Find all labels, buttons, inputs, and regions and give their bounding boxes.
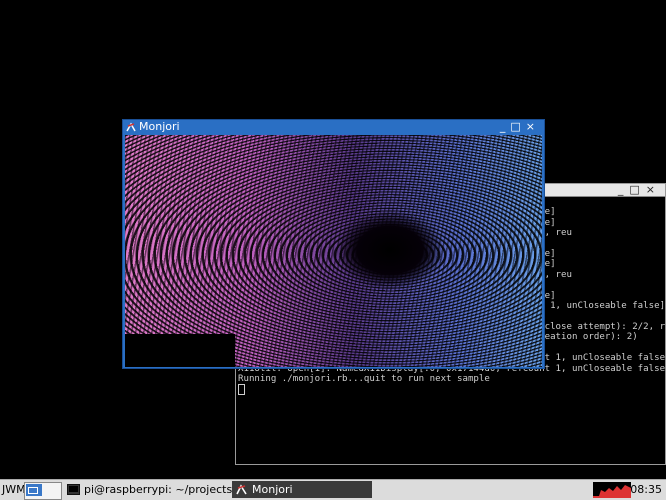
monjori-app-icon: [236, 484, 247, 495]
monjori-titlebar[interactable]: Monjori _□×: [123, 120, 544, 134]
desktop-pager[interactable]: [24, 482, 62, 500]
cpu-load-graph: [593, 482, 631, 498]
jwm-menu-button[interactable]: JWM: [2, 483, 26, 496]
terminal-cursor-line: [238, 384, 665, 397]
monjori-window-controls[interactable]: _□×: [500, 120, 540, 134]
taskbar-clock[interactable]: 08:35: [630, 483, 662, 496]
taskbar-task-terminal[interactable]: pi@raspberrypi: ~/projects/e: [64, 481, 252, 498]
terminal-icon: [67, 484, 80, 495]
desktop-1[interactable]: [26, 484, 42, 496]
taskbar-task-label: Monjori: [252, 483, 293, 496]
monjori-window-title: Monjori: [139, 120, 180, 133]
taskbar-task-monjori[interactable]: Monjori: [232, 481, 372, 498]
monjori-render-canvas[interactable]: [125, 135, 542, 367]
monjori-app-icon: [126, 122, 136, 132]
canvas-unrendered-area: [125, 334, 235, 367]
terminal-cursor: [238, 384, 245, 396]
taskbar-task-label: pi@raspberrypi: ~/projects/e: [84, 483, 243, 496]
monjori-window[interactable]: Monjori _□×: [122, 119, 545, 369]
taskbar: JWM pi@raspberrypi: ~/projects/e Monjori…: [0, 479, 666, 500]
terminal-line: Running ./monjori.rb...quit to run next …: [238, 373, 490, 384]
terminal-window-controls[interactable]: _□×: [618, 183, 661, 196]
